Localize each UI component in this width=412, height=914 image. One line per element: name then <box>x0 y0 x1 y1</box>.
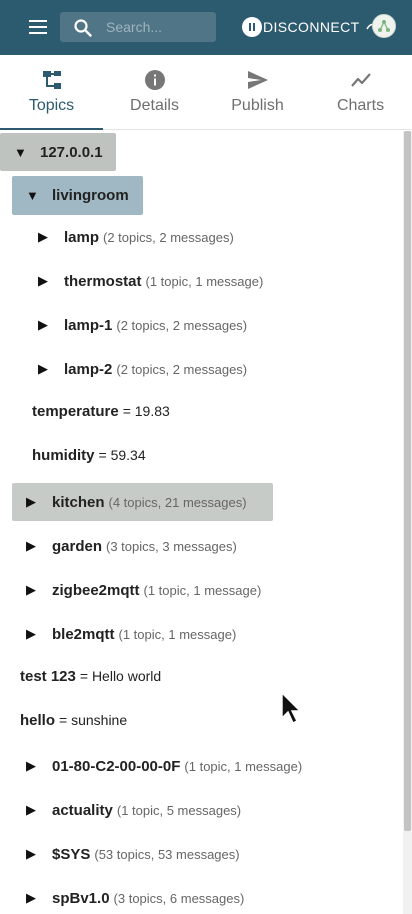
tab-publish-label: Publish <box>231 97 284 114</box>
collapse-arrow-icon[interactable]: ▼ <box>26 188 46 203</box>
tree-leaf-test-123[interactable]: test 123 = Hello world <box>20 657 161 695</box>
tab-publish[interactable]: Publish <box>206 55 309 129</box>
menu-icon[interactable] <box>26 17 50 37</box>
node-count: (53 topics, 53 messages) <box>94 846 240 862</box>
expand-arrow-icon[interactable]: ▶ <box>38 361 58 377</box>
tab-charts-label: Charts <box>336 97 385 114</box>
tab-details[interactable]: Details <box>103 55 206 129</box>
tree-node-garden[interactable]: ▶ garden (3 topics, 3 messages) <box>26 527 237 565</box>
expand-arrow-icon[interactable]: ▶ <box>26 758 46 774</box>
tree-node-lamp-2[interactable]: ▶ lamp-2 (2 topics, 2 messages) <box>38 350 247 388</box>
share-icon <box>378 20 390 32</box>
expand-arrow-icon[interactable]: ▶ <box>26 582 46 598</box>
node-name: thermostat <box>64 272 142 290</box>
tree-node-kitchen[interactable]: ▶ kitchen (4 topics, 21 messages) <box>12 483 273 521</box>
node-count: (2 topics, 2 messages) <box>116 317 248 333</box>
tab-charts[interactable]: Charts <box>309 55 412 129</box>
node-name: zigbee2mqtt <box>52 581 140 599</box>
tree-node-ble2mqtt[interactable]: ▶ ble2mqtt (1 topic, 1 message) <box>26 615 236 653</box>
search-icon <box>74 19 92 37</box>
node-name: 127.0.0.1 <box>40 143 103 161</box>
tree-node-thermostat[interactable]: ▶ thermostat (1 topic, 1 message) <box>38 262 263 300</box>
info-icon <box>143 68 167 92</box>
tree-node-actuality[interactable]: ▶ actuality (1 topic, 5 messages) <box>26 791 241 829</box>
leaf-value: = Hello world <box>79 668 162 684</box>
disconnect-button[interactable]: DISCONNECT <box>242 16 360 38</box>
node-name: lamp <box>64 228 100 246</box>
node-count: (1 topic, 1 message) <box>118 626 237 642</box>
node-name: lamp-1 <box>64 316 113 334</box>
leaf-name: temperature <box>32 402 119 420</box>
tree-leaf-humidity[interactable]: humidity = 59.34 <box>32 436 146 474</box>
send-icon <box>246 68 270 92</box>
node-count: (4 topics, 21 messages) <box>108 494 247 510</box>
node-name: 01-80-C2-00-00-0F <box>52 757 181 775</box>
expand-arrow-icon[interactable]: ▶ <box>38 229 58 245</box>
node-count: (2 topics, 2 messages) <box>116 361 248 377</box>
leaf-value: = 19.83 <box>122 403 170 419</box>
node-count: (3 topics, 3 messages) <box>106 538 237 554</box>
tree-node-broker[interactable]: ▼ 127.0.0.1 <box>0 133 116 171</box>
node-count: (1 topic, 5 messages) <box>116 802 242 818</box>
node-name: spBv1.0 <box>52 889 110 907</box>
tree-leaf-hello[interactable]: hello = sunshine <box>20 701 127 739</box>
pause-icon <box>242 17 262 37</box>
expand-arrow-icon[interactable]: ▶ <box>26 846 46 862</box>
expand-arrow-icon[interactable]: ▶ <box>26 494 46 510</box>
leaf-name: test 123 <box>20 667 76 685</box>
avatar[interactable] <box>372 14 396 38</box>
tree-node-lamp[interactable]: ▶ lamp (2 topics, 2 messages) <box>38 218 234 256</box>
scrollbar-thumb[interactable] <box>404 131 411 831</box>
tree-node-livingroom[interactable]: ▼ livingroom <box>12 176 143 215</box>
node-name: livingroom <box>52 187 129 204</box>
tree-leaf-temperature[interactable]: temperature = 19.83 <box>32 392 170 430</box>
search-box[interactable] <box>60 12 216 42</box>
node-count: (2 topics, 2 messages) <box>103 229 234 245</box>
disconnect-label: DISCONNECT <box>263 19 360 35</box>
expand-arrow-icon[interactable]: ▶ <box>26 538 46 554</box>
leaf-value: = sunshine <box>59 712 128 728</box>
topics-tree-icon <box>40 68 64 92</box>
node-name: ble2mqtt <box>52 625 115 643</box>
tree-node-lamp-1[interactable]: ▶ lamp-1 (2 topics, 2 messages) <box>38 306 247 344</box>
expand-arrow-icon[interactable]: ▶ <box>26 890 46 906</box>
node-name: $SYS <box>52 845 91 863</box>
mouse-cursor-icon <box>281 692 302 724</box>
tab-details-label: Details <box>130 97 179 114</box>
app-bar: DISCONNECT <box>0 0 412 55</box>
node-count: (1 topic, 1 message) <box>145 273 264 289</box>
expand-arrow-icon[interactable]: ▶ <box>26 802 46 818</box>
node-count: (3 topics, 6 messages) <box>113 890 245 906</box>
tab-topics[interactable]: Topics <box>0 55 103 130</box>
tree-node-01-80-c2-00-00-0f[interactable]: ▶ 01-80-C2-00-00-0F (1 topic, 1 message) <box>26 747 302 785</box>
expand-arrow-icon[interactable]: ▶ <box>38 273 58 289</box>
tree-node-spbv1-0[interactable]: ▶ spBv1.0 (3 topics, 6 messages) <box>26 879 244 914</box>
tree-node-sys[interactable]: ▶ $SYS (53 topics, 53 messages) <box>26 835 240 873</box>
chart-line-icon <box>349 68 373 92</box>
node-count: (1 topic, 1 message) <box>184 758 303 774</box>
active-tab-indicator <box>0 128 103 130</box>
search-input[interactable] <box>106 12 212 42</box>
node-count: (1 topic, 1 message) <box>143 582 262 598</box>
node-name: lamp-2 <box>64 360 113 378</box>
node-name: garden <box>52 537 103 555</box>
topic-tree: ▼ 127.0.0.1 ▼ livingroom ▶ lamp (2 topic… <box>0 131 403 914</box>
collapse-arrow-icon[interactable]: ▼ <box>14 145 34 160</box>
tab-topics-label: Topics <box>28 97 75 114</box>
leaf-name: hello <box>20 711 56 729</box>
expand-arrow-icon[interactable]: ▶ <box>26 626 46 642</box>
expand-arrow-icon[interactable]: ▶ <box>38 317 58 333</box>
tree-node-zigbee2mqtt[interactable]: ▶ zigbee2mqtt (1 topic, 1 message) <box>26 571 261 609</box>
leaf-value: = 59.34 <box>98 447 146 463</box>
node-name: actuality <box>52 801 113 819</box>
tab-bar: Topics Details Publish Charts <box>0 55 412 130</box>
node-name: kitchen <box>52 493 105 511</box>
leaf-name: humidity <box>32 446 95 464</box>
